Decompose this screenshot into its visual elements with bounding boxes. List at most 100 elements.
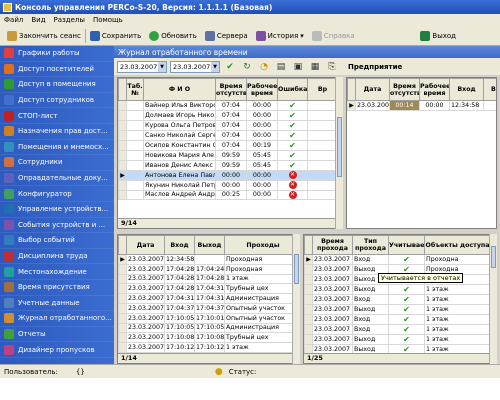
history-button[interactable]: История ▾ (252, 28, 308, 44)
table-row[interactable]: ▶ 23.03.2007 12:34:58 Проходная (118, 254, 299, 265)
col-header-fio[interactable]: Ф И О (143, 78, 216, 101)
col-header-pass-time[interactable]: Время прохода (312, 235, 353, 255)
table-row[interactable]: Осипов Константин С 07:04 00:19 ✔ (118, 140, 338, 151)
sidebar-item-label: Учетные данные (18, 298, 80, 307)
sidebar-item[interactable]: СТОП-лист (0, 108, 114, 124)
table-row[interactable]: 23.03.2007 Выход ✔ 1 этаж (304, 284, 491, 295)
table-row[interactable]: 23.03.2007 Вход ✔ 1 этаж (304, 294, 491, 305)
col-header-out[interactable]: Выхо (483, 78, 496, 101)
help-button[interactable]: Справка (308, 28, 359, 44)
col-header-date[interactable]: Дата (126, 235, 165, 255)
date-from-field[interactable]: 23.03.2007 ▼ (117, 60, 167, 73)
passages-scrollbar[interactable] (292, 234, 300, 364)
sidebar-item[interactable]: Дисциплина труда (0, 249, 114, 265)
chevron-down-icon[interactable]: ▼ (211, 61, 219, 72)
col-header-in[interactable]: Вход (449, 78, 484, 101)
table-row[interactable]: ▶ Антонова Елена Павл 00:00 00:00 ✕ (118, 170, 338, 181)
table-row[interactable]: Новикова Мария Але 09:59 05:45 ✔ (118, 150, 338, 161)
scroll-thumb[interactable] (491, 246, 496, 268)
table-row[interactable]: 23.03.2007 17:10:05 17:10:01 Опытный участо… (118, 312, 299, 324)
sidebar-item[interactable]: Оправдательные доку... (0, 171, 114, 187)
save-button[interactable]: Сохранить (86, 28, 145, 44)
table-row[interactable]: Иванов Денис Алекс 09:59 05:45 ✔ (118, 160, 338, 171)
table-row[interactable]: 23.03.2007 Выход ✔ 1 этаж (304, 334, 491, 345)
menu-file[interactable]: Файл (4, 16, 23, 24)
table-row[interactable]: ▶ 23.03.2007 00:14 00:00 12:34:58 (347, 100, 496, 111)
sidebar-item[interactable]: Местонахождение (0, 264, 114, 280)
date-to-field[interactable]: 23.03.2007 ▼ (170, 60, 220, 73)
sidebar-item[interactable]: Отчеты (0, 327, 114, 343)
table-row[interactable]: 23.03.2007 17:04:31 17:04:31 Администрация (118, 293, 299, 304)
apply-check-icon[interactable]: ✔ (223, 60, 237, 73)
table-row[interactable]: 23.03.2007 Выход ✔ 1 этаж (304, 304, 491, 315)
col-header-absent[interactable]: Время отсутствия (389, 78, 420, 101)
sidebar-item[interactable]: Журнал отработанного... (0, 311, 114, 327)
exit-button[interactable]: Выход (416, 28, 460, 44)
sidebar-item[interactable]: Графики работы (0, 46, 114, 62)
sidebar-item[interactable]: Управление устройств... (0, 202, 114, 218)
table-row[interactable]: 23.03.2007 Вход ✔ 1 этаж (304, 324, 491, 335)
table-row[interactable]: 23.03.2007 17:04:28 17:04:24 Проходная (118, 263, 299, 275)
table-row[interactable]: 23.03.2007 17:04:37 17:04:37 Опытный участо… (118, 302, 299, 314)
menu-view[interactable]: Вид (31, 16, 45, 24)
col-header-worktime[interactable]: Рабочее время (246, 78, 278, 101)
table-row[interactable]: Санко Николай Серге 07:04 00:00 ✔ (118, 130, 338, 141)
table-row[interactable]: 23.03.2007 Вход ✔ 1 этаж (304, 314, 491, 325)
table-row[interactable]: Курова Ольга Петров 07:04 00:00 ✔ (118, 120, 338, 131)
refresh-icon[interactable]: ↻ (240, 60, 254, 73)
sidebar-item[interactable]: Сотрудники (0, 155, 114, 171)
row-indicator (118, 342, 127, 353)
report-icon[interactable]: ▦ (308, 60, 322, 73)
menu-help[interactable]: Помощь (93, 16, 123, 24)
sidebar-item[interactable]: Учетные данные (0, 296, 114, 312)
export-icon[interactable]: ⎘ (325, 60, 339, 73)
sidebar-item[interactable]: Дизайнер пропусков (0, 342, 114, 358)
col-header-absent[interactable]: Время отсутствия (215, 78, 247, 101)
table-row[interactable]: Маслов Андрей Андр 00:25 00:00 ✕ (118, 189, 338, 201)
sidebar-item[interactable]: Конфигуратор (0, 186, 114, 202)
table-row[interactable]: Долмаев Игорь Нико 07:04 00:00 ✔ (118, 110, 338, 121)
events-grid: Время прохода Тип прохода Учитывается Об… (303, 234, 497, 364)
table-row[interactable]: ▶ 23.03.2007 Вход ✔ Проходна (304, 254, 491, 265)
table-row[interactable]: Якунин Николай Петр 00:00 00:00 ✕ (118, 179, 338, 191)
table-row[interactable]: 23.03.2007 17:04:28 17:04:28 1 этаж (118, 273, 299, 285)
col-header-time[interactable]: Вр (307, 78, 338, 101)
col-header-passages[interactable]: Проходы (224, 235, 299, 255)
sidebar-item[interactable]: Выбор событий (0, 233, 114, 249)
col-header-in[interactable]: Вход (164, 235, 195, 255)
col-header-error[interactable]: Ошибка (277, 78, 308, 101)
object-cell: 1 этаж (424, 284, 491, 295)
sidebar-item[interactable]: Доступ посетителей (0, 62, 114, 78)
sidebar-item[interactable]: Доступ сотрудников (0, 93, 114, 109)
table-row[interactable]: Вайнер Илья Викторо 07:04 00:00 ✔ (118, 100, 338, 111)
col-header-counted[interactable]: Учитывается (388, 235, 425, 255)
print-icon[interactable]: ▤ (274, 60, 288, 73)
refresh-button[interactable]: Обновить (145, 28, 201, 44)
col-header-date[interactable]: Дата (355, 78, 390, 101)
sidebar-item[interactable]: Назначения прав дост... (0, 124, 114, 140)
col-header-out[interactable]: Выход (194, 235, 225, 255)
preview-icon[interactable]: ▣ (291, 60, 305, 73)
sidebar-item[interactable]: События устройств и ... (0, 218, 114, 234)
servers-button[interactable]: Сервера (201, 28, 252, 44)
col-header-objects[interactable]: Объекты доступа (424, 235, 491, 255)
col-header-tabno[interactable]: Таб. № (126, 78, 144, 101)
scroll-thumb[interactable] (337, 117, 342, 177)
end-session-button[interactable]: Закончить сеанс (3, 28, 85, 44)
chevron-down-icon[interactable]: ▼ (158, 61, 166, 72)
table-row[interactable]: 23.03.2007 17:10:12 17:10:12 1 этаж (118, 342, 299, 353)
table-row[interactable]: 23.03.2007 17:10:05 17:10:05 Администрация (118, 322, 299, 334)
clock-icon[interactable]: ◔ (257, 60, 271, 73)
table-row[interactable]: 23.03.2007 17:04:28 17:04:31 Трубный цех (118, 283, 299, 295)
col-header-pass-type[interactable]: Тип прохода (352, 235, 389, 255)
sidebar-item[interactable]: Помещения и мнемосх... (0, 140, 114, 156)
menu-sections[interactable]: Разделы (54, 16, 85, 24)
employees-scrollbar[interactable] (335, 77, 343, 229)
section-icon (4, 344, 14, 355)
events-scrollbar[interactable] (489, 234, 497, 364)
col-header-worktime[interactable]: Рабочее время (419, 78, 450, 101)
scroll-thumb[interactable] (294, 254, 299, 284)
sidebar-item[interactable]: Время присутствия (0, 280, 114, 296)
sidebar-item[interactable]: Доступ в помещения (0, 77, 114, 93)
table-row[interactable]: 23.03.2007 17:10:08 17:10:08 Трубный цех (118, 332, 299, 344)
